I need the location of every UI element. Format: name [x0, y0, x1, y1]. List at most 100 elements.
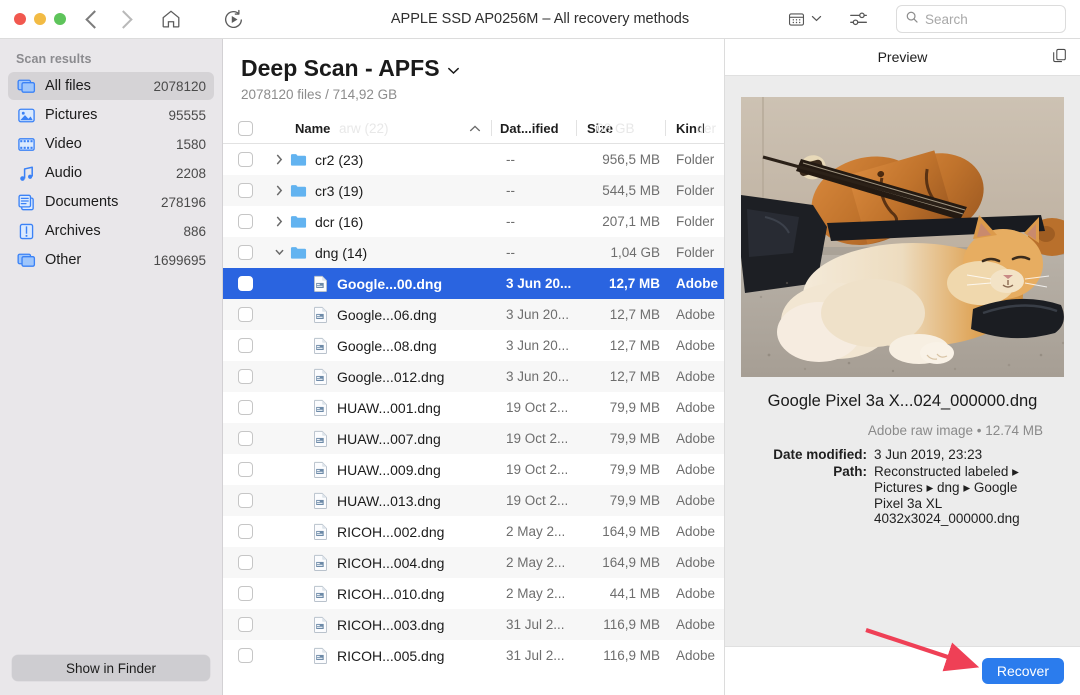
- row-date-modified: 3 Jun 20...: [498, 276, 582, 291]
- row-checkbox[interactable]: [223, 214, 267, 229]
- row-name-cell: RICOH...004.dng: [267, 554, 498, 571]
- view-options-button[interactable]: [787, 10, 822, 29]
- column-header-name[interactable]: Name: [267, 121, 491, 136]
- row-kind: Folder: [666, 152, 724, 167]
- dng-file-icon: [309, 647, 331, 664]
- sidebar-item-label: Video: [45, 136, 82, 152]
- row-checkbox[interactable]: [223, 183, 267, 198]
- column-header-size[interactable]: Size: [576, 120, 665, 136]
- table-row[interactable]: Google...012.dng3 Jun 20...12,7 MBAdobe: [223, 361, 724, 392]
- table-row[interactable]: Google...06.dng3 Jun 20...12,7 MBAdobe: [223, 299, 724, 330]
- row-size: 79,9 MB: [582, 493, 666, 508]
- page-title[interactable]: Deep Scan - APFS: [241, 55, 724, 82]
- row-date-modified: 19 Oct 2...: [498, 400, 582, 415]
- sidebar-item-label: Other: [45, 252, 81, 268]
- row-checkbox[interactable]: [223, 307, 267, 322]
- picture-icon: [17, 106, 36, 125]
- column-header-date[interactable]: Dat...ified: [491, 120, 576, 136]
- close-window-button[interactable]: [14, 13, 26, 25]
- table-row[interactable]: cr2 (23)--956,5 MBFolder: [223, 144, 724, 175]
- rescan-icon[interactable]: [222, 8, 245, 31]
- row-checkbox[interactable]: [223, 276, 267, 291]
- row-size: 956,5 MB: [582, 152, 666, 167]
- copy-icon[interactable]: [1051, 47, 1068, 67]
- chevron-down-icon[interactable]: [271, 247, 287, 258]
- row-size: 116,9 MB: [582, 648, 666, 663]
- table-row[interactable]: RICOH...004.dng2 May 2...164,9 MBAdobe: [223, 547, 724, 578]
- preview-filename: Google Pixel 3a X...024_000000.dng: [725, 392, 1080, 411]
- preview-type-line: Adobe raw image • 12.74 MB: [725, 423, 1080, 438]
- row-filename: Google...06.dng: [337, 307, 437, 323]
- dng-file-icon: [309, 492, 331, 509]
- row-checkbox[interactable]: [223, 462, 267, 477]
- row-filename: HUAW...013.dng: [337, 493, 441, 509]
- search-input[interactable]: Search: [896, 5, 1066, 33]
- back-button[interactable]: [88, 13, 101, 26]
- sidebar-item-video[interactable]: Video1580: [8, 130, 214, 158]
- row-checkbox[interactable]: [223, 555, 267, 570]
- row-filename: RICOH...004.dng: [337, 555, 444, 571]
- row-checkbox[interactable]: [223, 245, 267, 260]
- sidebar-item-pictures[interactable]: Pictures95555: [8, 101, 214, 129]
- chevron-right-icon[interactable]: [271, 185, 287, 196]
- row-kind: Adobe: [666, 524, 724, 539]
- chevron-right-icon[interactable]: [271, 154, 287, 165]
- table-row[interactable]: RICOH...010.dng2 May 2...44,1 MBAdobe: [223, 578, 724, 609]
- home-icon[interactable]: [160, 8, 182, 30]
- table-row[interactable]: Google...08.dng3 Jun 20...12,7 MBAdobe: [223, 330, 724, 361]
- sidebar-item-archives[interactable]: Archives886: [8, 217, 214, 245]
- row-date-modified: --: [498, 214, 582, 229]
- sidebar-item-other[interactable]: Other1699695: [8, 246, 214, 274]
- table-row[interactable]: Google...00.dng3 Jun 20...12,7 MBAdobe: [223, 268, 724, 299]
- table-row[interactable]: HUAW...007.dng19 Oct 2...79,9 MBAdobe: [223, 423, 724, 454]
- row-name-cell: cr3 (19): [267, 183, 498, 199]
- forward-button[interactable]: [117, 13, 130, 26]
- table-row[interactable]: cr3 (19)--544,5 MBFolder: [223, 175, 724, 206]
- row-name-cell: dcr (16): [267, 214, 498, 230]
- table-row[interactable]: HUAW...001.dng19 Oct 2...79,9 MBAdobe: [223, 392, 724, 423]
- row-filename: cr3 (19): [315, 183, 363, 199]
- table-row[interactable]: RICOH...003.dng31 Jul 2...116,9 MBAdobe: [223, 609, 724, 640]
- table-row[interactable]: RICOH...002.dng2 May 2...164,9 MBAdobe: [223, 516, 724, 547]
- chevron-right-icon[interactable]: [271, 216, 287, 227]
- table-row[interactable]: RICOH...005.dng31 Jul 2...116,9 MBAdobe: [223, 640, 724, 671]
- row-name-cell: Google...012.dng: [267, 368, 498, 385]
- row-checkbox[interactable]: [223, 493, 267, 508]
- filter-icon[interactable]: [848, 8, 870, 30]
- row-checkbox[interactable]: [223, 648, 267, 663]
- table-row[interactable]: dng (14)--1,04 GBFolder: [223, 237, 724, 268]
- table-row[interactable]: HUAW...013.dng 19 Oct 2...79,9 MBAdobe: [223, 485, 724, 516]
- table-row[interactable]: HUAW...009.dng19 Oct 2...79,9 MBAdobe: [223, 454, 724, 485]
- minimize-window-button[interactable]: [34, 13, 46, 25]
- row-checkbox[interactable]: [223, 400, 267, 415]
- column-header-kind[interactable]: Kind: [665, 120, 724, 136]
- row-name-cell: RICOH...003.dng: [267, 616, 498, 633]
- row-name-cell: dng (14): [267, 245, 498, 261]
- recover-button[interactable]: Recover: [982, 658, 1064, 684]
- row-name-cell: Google...00.dng: [267, 275, 498, 292]
- row-checkbox[interactable]: [223, 338, 267, 353]
- row-checkbox[interactable]: [223, 369, 267, 384]
- sidebar-item-documents[interactable]: Documents278196: [8, 188, 214, 216]
- sidebar-item-audio[interactable]: Audio2208: [8, 159, 214, 187]
- chevron-down-icon[interactable]: [447, 55, 460, 82]
- row-kind: Adobe: [666, 493, 724, 508]
- select-all-checkbox[interactable]: [223, 121, 267, 136]
- row-checkbox[interactable]: [223, 524, 267, 539]
- dng-file-icon: [309, 616, 331, 633]
- row-kind: Adobe: [666, 307, 724, 322]
- table-row[interactable]: dcr (16)--207,1 MBFolder: [223, 206, 724, 237]
- row-size: 544,5 MB: [582, 183, 666, 198]
- row-checkbox[interactable]: [223, 586, 267, 601]
- row-filename: Google...00.dng: [337, 276, 442, 292]
- row-checkbox[interactable]: [223, 152, 267, 167]
- show-in-finder-button[interactable]: Show in Finder: [12, 655, 210, 681]
- preview-image[interactable]: [741, 97, 1064, 377]
- row-date-modified: 19 Oct 2...: [498, 493, 582, 508]
- documents-icon: [17, 193, 36, 212]
- zoom-window-button[interactable]: [54, 13, 66, 25]
- sidebar-item-all-files[interactable]: All files2078120: [8, 72, 214, 100]
- sidebar-item-count: 2078120: [153, 79, 206, 94]
- row-checkbox[interactable]: [223, 431, 267, 446]
- row-checkbox[interactable]: [223, 617, 267, 632]
